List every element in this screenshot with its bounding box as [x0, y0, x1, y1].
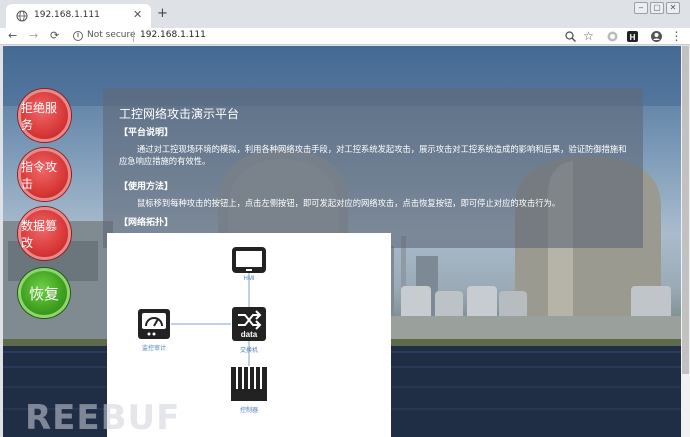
browser-tab-strip: 192.168.1.111 ✕ + – ▢ ✕ [0, 0, 690, 28]
forward-button[interactable]: → [29, 29, 38, 43]
watermark-text: REEBUF [25, 398, 181, 437]
minimize-window-icon[interactable]: – [634, 2, 648, 14]
scrollbar-thumb[interactable] [682, 46, 689, 374]
switch-device-icon[interactable]: data [231, 306, 267, 342]
close-window-icon[interactable]: ✕ [666, 2, 680, 14]
platform-intro-text: 通过对工控现场环境的模拟，利用各种网络攻击手段，对工控系统发起攻击，展示攻击对工… [119, 144, 627, 166]
address-divider [133, 31, 134, 42]
zoom-icon[interactable] [564, 30, 577, 43]
address-bar-url[interactable]: 192.168.1.111 [140, 30, 206, 40]
denial-of-service-attack-button[interactable]: 拒绝服务 [18, 89, 71, 142]
info-icon[interactable]: i [73, 31, 83, 41]
h-extension-icon[interactable]: H [626, 30, 639, 43]
usage-text: 鼠标移到每种攻击的按钮上，点击左侧按钮，即可发起对应的网络攻击，点击恢复按钮，即… [137, 198, 561, 208]
back-button[interactable]: ← [8, 29, 17, 43]
page-scrollbar[interactable] [681, 46, 690, 437]
hmi-label: HMI [243, 276, 255, 282]
recover-button[interactable]: 恢复 [18, 268, 70, 318]
platform-intro-heading: 【平台说明】 [119, 128, 174, 138]
browser-tab[interactable]: 192.168.1.111 ✕ [6, 4, 151, 28]
switch-inner-text: data [241, 330, 258, 339]
monitor-audit-device-icon[interactable] [137, 308, 171, 340]
monitor-audit-label: 监控审计 [141, 346, 166, 352]
menu-icon[interactable]: ⋮ [670, 30, 683, 43]
usage-heading: 【使用方法】 [119, 182, 174, 192]
topology-heading: 【网络拓扑】 [119, 218, 174, 228]
new-tab-button[interactable]: + [157, 6, 168, 21]
data-tampering-attack-button[interactable]: 数据篡改 [18, 207, 71, 260]
controller-label: 控制器 [239, 408, 258, 414]
browser-toolbar: ← → ⟳ i Not secure 192.168.1.111 ☆ H ⋮ [0, 28, 690, 45]
svg-text:H: H [630, 33, 636, 42]
page-title: 工控网络攻击演示平台 [119, 107, 240, 121]
info-panel: 工控网络攻击演示平台 【平台说明】 通过对工控现场环境的模拟，利用各种网络攻击手… [103, 88, 643, 248]
controller-device-icon[interactable] [230, 366, 268, 402]
extension-icon[interactable] [606, 30, 619, 43]
globe-icon [16, 10, 28, 22]
reload-button[interactable]: ⟳ [50, 29, 59, 43]
maximize-window-icon[interactable]: ▢ [650, 2, 664, 14]
tab-title: 192.168.1.111 [34, 10, 100, 20]
security-label[interactable]: Not secure [87, 30, 136, 40]
bookmark-star-icon[interactable]: ☆ [582, 30, 595, 43]
profile-icon[interactable] [650, 30, 663, 43]
page-content: 拒绝服务 指令攻击 数据篡改 恢复 工控网络攻击演示平台 【平台说明】 通过对工… [3, 46, 681, 437]
tab-close-icon[interactable]: ✕ [133, 8, 142, 21]
switch-label: 交换机 [239, 348, 258, 354]
command-attack-button[interactable]: 指令攻击 [18, 148, 71, 201]
hmi-device-icon[interactable] [230, 245, 268, 275]
